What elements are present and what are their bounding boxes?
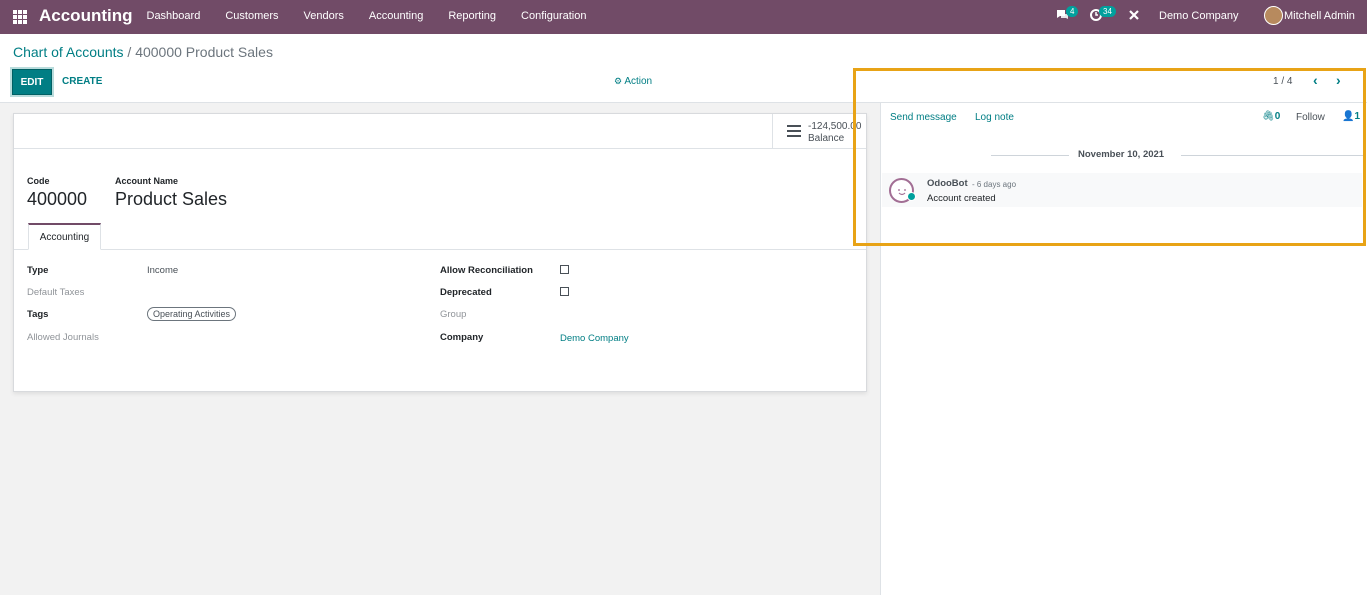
- action-menu[interactable]: ⚙ Action: [614, 76, 652, 87]
- tab-divider: [14, 249, 866, 250]
- balance-stat-button[interactable]: -124,500.00 Balance: [772, 114, 866, 149]
- messages-icon[interactable]: 4: [1056, 6, 1079, 24]
- date-separator: November 10, 2021: [881, 149, 1367, 161]
- paperclip-icon: 🖇: [1262, 111, 1275, 122]
- deprecated-checkbox[interactable]: [560, 287, 569, 296]
- account-name-value: Product Sales: [115, 189, 228, 209]
- code-label: Code: [27, 176, 50, 186]
- tags-label: Tags: [27, 309, 49, 320]
- log-note-button[interactable]: Log note: [975, 112, 1014, 123]
- pager-previous-icon[interactable]: ‹: [1313, 72, 1318, 88]
- form-sheet: -124,500.00 Balance Code 400000 Account …: [13, 113, 867, 392]
- pager-next-icon[interactable]: ›: [1336, 72, 1341, 88]
- pager-value[interactable]: 1 / 4: [1273, 76, 1292, 87]
- menu-configuration[interactable]: Configuration: [509, 0, 599, 34]
- activities-badge: 34: [1099, 6, 1116, 17]
- chatter-message: OdooBot - 6 days ago Account created: [882, 173, 1362, 207]
- allow-reconciliation-checkbox[interactable]: [560, 265, 569, 274]
- create-button[interactable]: CREATE: [62, 76, 102, 87]
- breadcrumb-separator: /: [127, 44, 132, 60]
- menu-reporting[interactable]: Reporting: [436, 0, 509, 34]
- edit-button[interactable]: EDIT: [12, 69, 52, 95]
- send-message-button[interactable]: Send message: [890, 112, 957, 123]
- balance-label: Balance: [808, 133, 845, 144]
- action-label: Action: [624, 76, 653, 87]
- code-value: 400000: [27, 189, 88, 209]
- debug-tools-icon[interactable]: [1128, 9, 1140, 24]
- tab-accounting[interactable]: Accounting: [28, 223, 101, 250]
- company-label: Company: [440, 332, 484, 343]
- user-icon: 👤: [1342, 111, 1355, 122]
- breadcrumb: Chart of Accounts / 400000 Product Sales: [13, 44, 273, 60]
- attachments-count: 0: [1274, 111, 1281, 122]
- menu-vendors[interactable]: Vendors: [291, 0, 356, 34]
- attachments-button[interactable]: 🖇0: [1262, 111, 1280, 122]
- type-value: Income: [147, 265, 179, 276]
- follow-button[interactable]: Follow: [1296, 112, 1325, 123]
- company-value[interactable]: Demo Company: [560, 333, 629, 344]
- allow-reconciliation-label: Allow Reconciliation: [440, 265, 533, 276]
- activities-icon[interactable]: 34: [1090, 6, 1116, 24]
- message-author[interactable]: OdooBot: [927, 178, 968, 189]
- control-panel: Chart of Accounts / 400000 Product Sales…: [0, 34, 1367, 103]
- menu-accounting[interactable]: Accounting: [356, 0, 435, 34]
- chatter-panel: Send message Log note 🖇0 Follow 👤1 Novem…: [880, 103, 1367, 595]
- followers-button[interactable]: 👤1: [1342, 111, 1360, 122]
- tag-operating-activities: Operating Activities: [147, 307, 237, 321]
- top-navbar: Accounting Dashboard Customers Vendors A…: [0, 0, 1367, 34]
- allowed-journals-label: Allowed Journals: [27, 332, 99, 343]
- default-taxes-label: Default Taxes: [27, 287, 85, 298]
- date-separator-label: November 10, 2021: [1078, 149, 1165, 160]
- bars-icon: [787, 125, 801, 137]
- account-name-label: Account Name: [115, 176, 179, 186]
- breadcrumb-current: 400000 Product Sales: [135, 44, 273, 60]
- group-label: Group: [440, 309, 467, 320]
- message-date: - 6 days ago: [972, 180, 1017, 189]
- followers-count: 1: [1354, 111, 1361, 122]
- message-body: Account created: [927, 193, 996, 204]
- gear-icon: ⚙: [614, 76, 623, 86]
- user-avatar[interactable]: [1264, 6, 1283, 25]
- main-menu: Dashboard Customers Vendors Accounting R…: [134, 0, 599, 34]
- button-box: -124,500.00 Balance: [14, 114, 866, 149]
- deprecated-label: Deprecated: [440, 287, 492, 298]
- app-brand[interactable]: Accounting: [39, 6, 133, 26]
- breadcrumb-parent[interactable]: Chart of Accounts: [13, 44, 124, 60]
- company-switcher[interactable]: Demo Company: [1159, 10, 1238, 22]
- messages-badge: 4: [1066, 6, 1079, 17]
- online-status-icon: [907, 192, 916, 201]
- menu-dashboard[interactable]: Dashboard: [134, 0, 213, 34]
- type-label: Type: [27, 265, 49, 276]
- apps-menu-icon[interactable]: [13, 10, 27, 24]
- user-menu[interactable]: Mitchell Admin: [1284, 10, 1355, 22]
- menu-customers[interactable]: Customers: [213, 0, 291, 34]
- balance-value: -124,500.00: [808, 121, 862, 132]
